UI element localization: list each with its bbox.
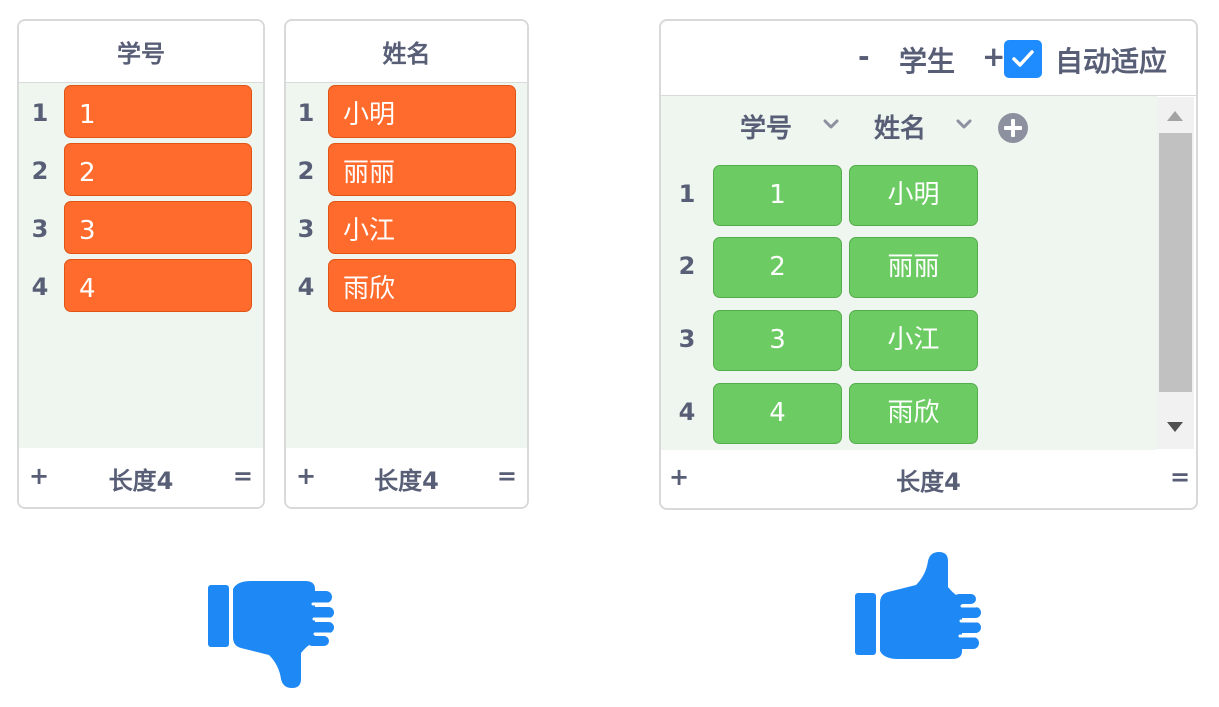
row-index: 3 <box>678 325 696 353</box>
list-item[interactable]: 2 <box>64 143 252 196</box>
table-cell[interactable]: 雨欣 <box>849 383 978 444</box>
list-item[interactable]: 1 <box>64 85 252 138</box>
auto-fit-checkbox[interactable] <box>1004 40 1042 78</box>
list-item[interactable]: 3 <box>64 201 252 254</box>
list-monitor-xuehao: 学号 + 长度4 = 1 1 2 2 3 3 4 4 <box>17 19 265 509</box>
row-index: 2 <box>678 252 696 280</box>
scroll-down-arrow-icon[interactable] <box>1167 422 1183 432</box>
list-length-label: 长度4 <box>374 467 439 495</box>
list-footer: + 长度4 = <box>19 448 263 507</box>
table-cell[interactable]: 小江 <box>849 310 978 371</box>
table-cell[interactable]: 1 <box>713 165 842 226</box>
table-cell[interactable]: 4 <box>713 383 842 444</box>
chevron-down-icon[interactable] <box>955 118 973 130</box>
row-index: 3 <box>31 215 49 243</box>
column-header-xuehao[interactable]: 学号 <box>740 108 792 145</box>
resize-handle[interactable]: = <box>497 462 517 490</box>
row-index: 2 <box>31 157 49 185</box>
table-title: 学生 <box>899 45 956 78</box>
list-monitor-xingming: 姓名 + 长度4 = 1 小明 2 丽丽 3 小江 4 雨欣 <box>284 19 529 509</box>
row-index: 4 <box>31 273 49 301</box>
table-cell[interactable]: 3 <box>713 310 842 371</box>
resize-handle[interactable]: = <box>233 462 253 490</box>
column-header-xingming[interactable]: 姓名 <box>874 108 926 145</box>
list-item[interactable]: 丽丽 <box>328 143 516 196</box>
list-item[interactable]: 雨欣 <box>328 259 516 312</box>
check-icon <box>1012 50 1034 67</box>
row-index: 1 <box>297 99 315 127</box>
thumbs-up-icon <box>855 552 981 659</box>
list-header: 学号 <box>19 21 263 83</box>
add-column-button[interactable]: + <box>982 40 1005 73</box>
chevron-down-icon[interactable] <box>822 118 840 130</box>
table-header-divider <box>661 95 1196 96</box>
row-index: 2 <box>297 157 315 185</box>
row-index: 3 <box>297 215 315 243</box>
list-length-label: 长度4 <box>108 467 174 495</box>
row-index: 1 <box>31 99 49 127</box>
table-cell[interactable]: 丽丽 <box>849 237 978 298</box>
thumbs-down-icon <box>208 581 334 688</box>
table-cell[interactable]: 2 <box>713 237 842 298</box>
row-index: 1 <box>678 180 696 208</box>
table-length-label: 长度4 <box>896 468 961 496</box>
list-item[interactable]: 小江 <box>328 201 516 254</box>
list-item[interactable]: 小明 <box>328 85 516 138</box>
add-column-icon[interactable] <box>998 113 1028 143</box>
scrollbar-thumb[interactable] <box>1159 133 1192 392</box>
scroll-up-arrow-icon[interactable] <box>1167 111 1183 121</box>
row-index: 4 <box>297 273 315 301</box>
list-item[interactable]: 4 <box>64 259 252 312</box>
list-footer: + 长度4 = <box>286 448 527 507</box>
auto-fit-label: 自动适应 <box>1055 45 1168 78</box>
remove-column-button[interactable]: - <box>858 40 870 73</box>
resize-handle[interactable]: = <box>1170 463 1190 491</box>
list-header: 姓名 <box>286 21 527 83</box>
table-cell[interactable]: 小明 <box>849 165 978 226</box>
row-index: 4 <box>678 398 696 426</box>
